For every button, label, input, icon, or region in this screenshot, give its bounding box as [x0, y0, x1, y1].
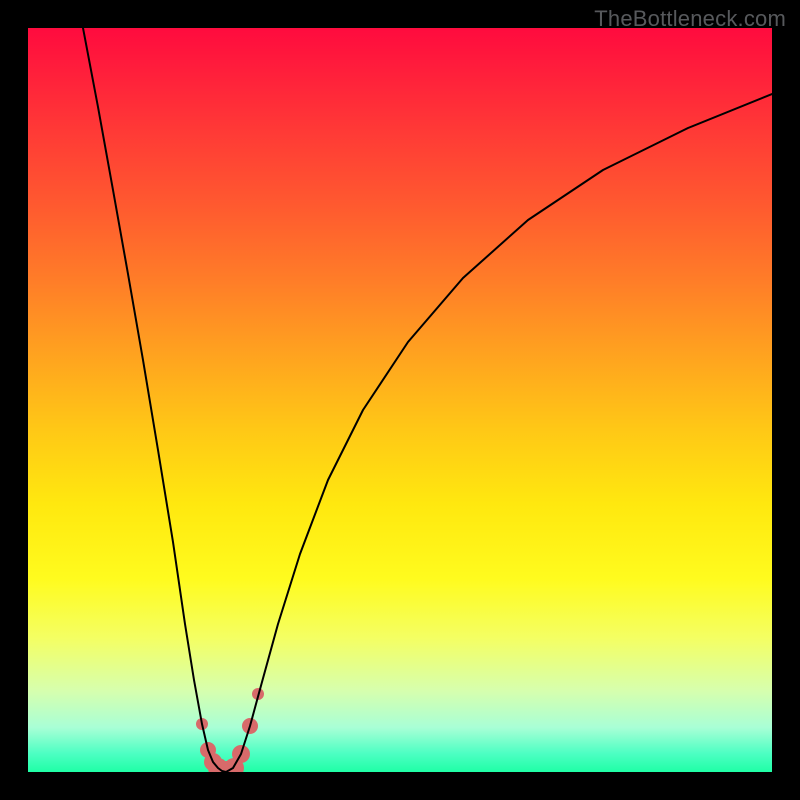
watermark-text: TheBottleneck.com: [594, 6, 786, 32]
left-curve: [83, 28, 226, 772]
right-curve: [226, 94, 772, 772]
chart-frame: TheBottleneck.com: [0, 0, 800, 800]
marker-group: [196, 688, 264, 772]
plot-area: [28, 28, 772, 772]
curves-svg: [28, 28, 772, 772]
